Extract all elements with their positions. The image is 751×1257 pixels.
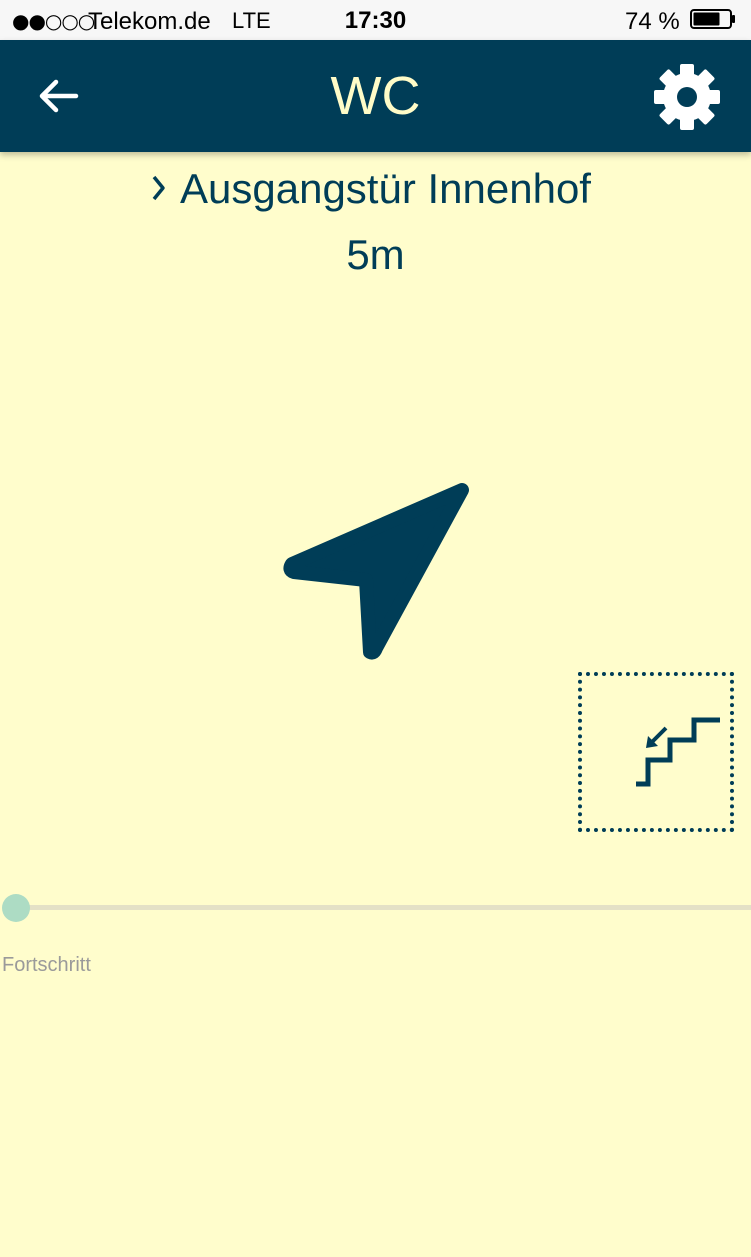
progress-slider[interactable]	[0, 890, 751, 926]
page-title: WC	[330, 66, 421, 126]
status-bar: ●●○○○ Telekom.de LTE 17:30 74 %	[0, 0, 751, 40]
next-waypoint: Ausgangstür Innenhof	[150, 164, 591, 214]
battery-percent: 74 %	[625, 8, 680, 35]
app-header: WC	[0, 40, 751, 152]
battery-icon	[690, 9, 735, 29]
progress-label: Fortschritt	[2, 954, 91, 976]
distance-label: 5m	[346, 231, 405, 278]
floor-change-button[interactable]	[578, 672, 734, 832]
waypoint-label: Ausgangstür Innenhof	[180, 165, 591, 212]
stairs-down-icon	[636, 717, 720, 787]
progress-track	[14, 905, 751, 910]
navigation-arrow-icon	[283, 483, 469, 660]
progress-thumb[interactable]	[2, 894, 30, 922]
chevron-right-icon	[150, 164, 180, 214]
gear-icon[interactable]	[652, 62, 722, 132]
